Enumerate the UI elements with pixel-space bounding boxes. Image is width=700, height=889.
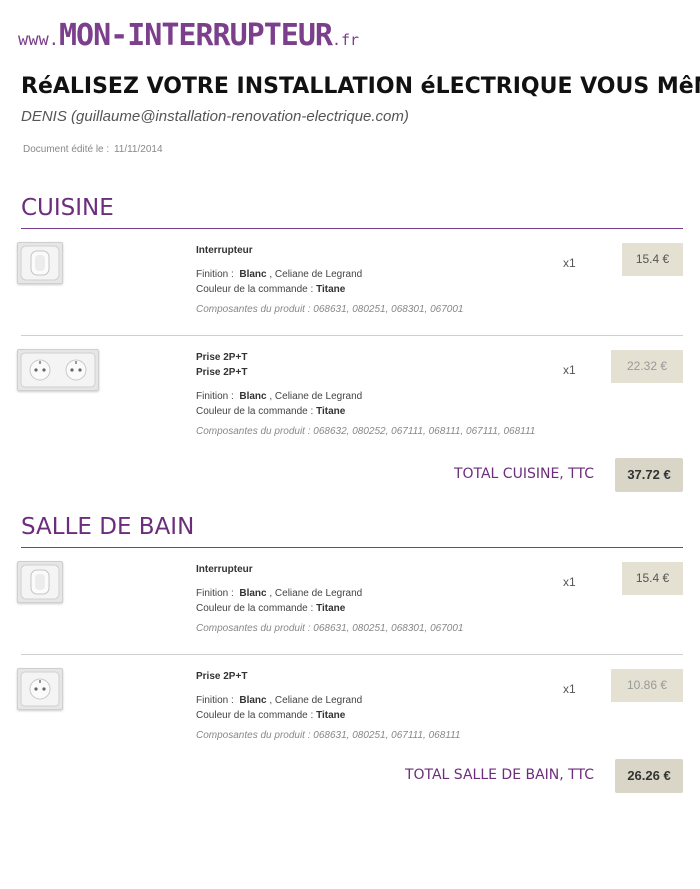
product-info: Prise 2P+T Finition : Blanc , Celiane de… [196, 669, 460, 743]
section-title: SALLE DE BAIN [21, 514, 683, 548]
total-value: 37.72 € [615, 458, 683, 492]
section-total: TOTAL SALLE DE BAIN, TTC 26.26 € [21, 759, 683, 805]
document-date: Document édité le : 11/11/2014 [21, 144, 163, 155]
section-cuisine: CUISINE Interrupteur Finition : Blanc , … [17, 195, 683, 504]
product-price: 15.4 € [622, 243, 683, 276]
product-name: Interrupteur [196, 564, 253, 575]
total-value: 26.26 € [615, 759, 683, 793]
product-info: Interrupteur Finition : Blanc , Celiane … [196, 243, 463, 317]
product-finition: Finition : Blanc , Celiane de Legrand [196, 588, 363, 599]
switch-icon [17, 561, 63, 603]
product-couleur: Couleur de la commande : Titane [196, 710, 346, 721]
product-info: Interrupteur Finition : Blanc , Celiane … [196, 562, 463, 636]
product-name: Prise 2P+T [196, 352, 248, 363]
product-composantes: Composantes du produit : 068631, 080251,… [196, 623, 464, 634]
logo-tld: .fr [331, 31, 360, 49]
product-item: Interrupteur Finition : Blanc , Celiane … [17, 229, 683, 336]
total-label: TOTAL SALLE DE BAIN, TTC [404, 767, 594, 783]
product-finition: Finition : Blanc , Celiane de Legrand [196, 695, 363, 706]
product-quantity: x1 [563, 256, 576, 270]
section-title: CUISINE [21, 195, 683, 229]
product-quantity: x1 [563, 363, 576, 377]
document-date-value: 11/11/2014 [113, 144, 163, 155]
product-name: Prise 2P+T [196, 367, 248, 378]
product-name: Interrupteur [196, 245, 253, 256]
product-price: 10.86 € [611, 669, 683, 702]
product-composantes: Composantes du produit : 068631, 080251,… [196, 304, 464, 315]
section-salle-de-bain: SALLE DE BAIN Interrupteur Finition : Bl… [17, 514, 683, 805]
product-item: Prise 2P+T Finition : Blanc , Celiane de… [17, 655, 683, 759]
product-info: Prise 2P+T Prise 2P+T Finition : Blanc ,… [196, 350, 535, 439]
socket-icon [17, 668, 63, 710]
product-composantes: Composantes du produit : 068632, 080252,… [196, 426, 536, 437]
product-couleur: Couleur de la commande : Titane [196, 603, 346, 614]
product-quantity: x1 [563, 575, 576, 589]
user-info: DENIS (guillaume@installation-renovation… [21, 108, 409, 125]
switch-icon [17, 242, 63, 284]
double-socket-icon [17, 349, 99, 391]
product-couleur: Couleur de la commande : Titane [196, 406, 346, 417]
total-label: TOTAL CUISINE, TTC [453, 466, 594, 482]
product-quantity: x1 [563, 682, 576, 696]
product-item: Interrupteur Finition : Blanc , Celiane … [17, 548, 683, 655]
logo-www: www. [18, 30, 59, 50]
logo-main: MON-INTERRUPTEUR [58, 18, 333, 53]
product-price: 15.4 € [622, 562, 683, 595]
page-title: RéALISEZ VOTRE INSTALLATION éLECTRIQUE V… [21, 74, 700, 99]
site-logo[interactable]: www.MON-INTERRUPTEUR.fr [18, 18, 359, 53]
product-composantes: Composantes du produit : 068631, 080251,… [196, 730, 461, 741]
product-finition: Finition : Blanc , Celiane de Legrand [196, 391, 363, 402]
product-couleur: Couleur de la commande : Titane [196, 284, 346, 295]
product-item: Prise 2P+T Prise 2P+T Finition : Blanc ,… [17, 336, 683, 458]
product-price: 22.32 € [611, 350, 683, 383]
product-finition: Finition : Blanc , Celiane de Legrand [196, 269, 363, 280]
section-total: TOTAL CUISINE, TTC 37.72 € [21, 458, 683, 504]
product-name: Prise 2P+T [196, 671, 248, 682]
document-date-label: Document édité le : [23, 144, 110, 155]
